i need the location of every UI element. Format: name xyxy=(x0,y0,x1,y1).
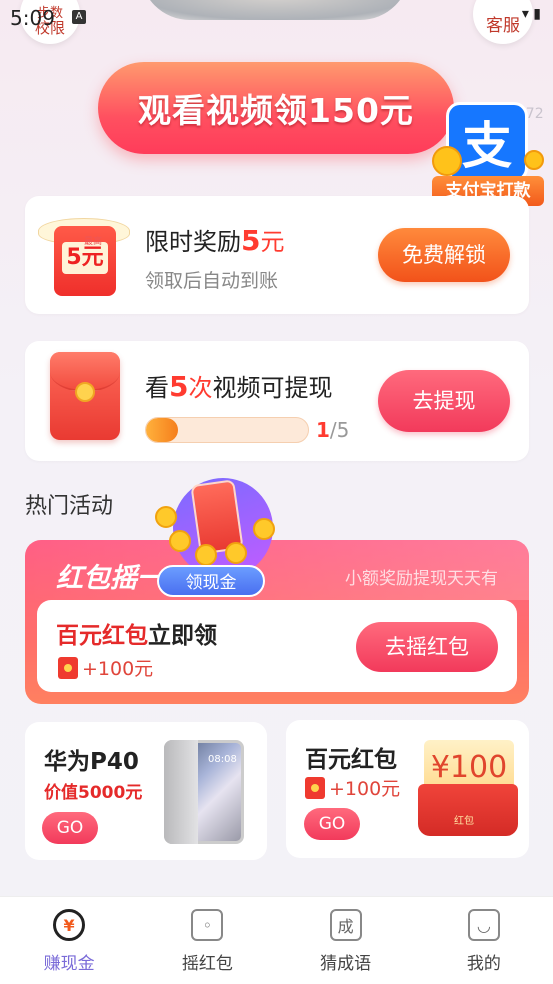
yuan-coin-icon: ¥ xyxy=(53,909,86,941)
reward-title: 限时奖励5元 xyxy=(145,224,285,257)
reward-amount: 5 xyxy=(241,224,261,257)
status-time: 5:09 xyxy=(10,6,55,30)
progress-fill xyxy=(146,418,179,442)
promo-envelope-bonus: +100元 xyxy=(305,774,400,801)
book-icon: 成 xyxy=(329,909,362,941)
tab-label: 我的 xyxy=(466,954,501,974)
envelope-icon: ◦ xyxy=(191,909,224,941)
promo-phone-title: 华为P40 xyxy=(44,749,139,775)
alipay-glyph: 支 xyxy=(462,117,512,175)
pocket-label: 红包 xyxy=(454,816,474,827)
bottom-tab-bar: ¥ 赚现金 ◦ 摇红包 成 猜成语 ◡ 我的 xyxy=(0,896,553,984)
tab-label: 摇红包 xyxy=(181,954,233,974)
tab-label: 赚现金 xyxy=(43,954,95,974)
coin-icon xyxy=(155,506,177,528)
shake-envelope-button[interactable]: 去摇红包 xyxy=(356,622,498,672)
profile-icon: ◡ xyxy=(467,909,500,941)
tab-mine[interactable]: ◡ 我的 xyxy=(415,897,553,984)
red-envelope-icon xyxy=(305,776,325,799)
withdraw-title: 看5次视频可提现 xyxy=(145,370,333,403)
activity-inner-title: 百元红包立即领 xyxy=(56,623,217,649)
notification-a-icon: A xyxy=(72,10,86,24)
red-envelope-icon xyxy=(50,352,120,440)
phone-screen-time: 08:08 xyxy=(208,754,237,765)
coin-icon xyxy=(195,544,217,566)
activity-title: 红包摇一 xyxy=(56,563,164,594)
phone-back-image xyxy=(164,740,198,844)
activity-bonus: +100元 xyxy=(58,654,153,681)
progress-text: 1/5 xyxy=(316,418,350,442)
tab-label: 猜成语 xyxy=(320,954,372,974)
promo-phone-value: 价值5000元 xyxy=(44,783,143,803)
coin-icon xyxy=(524,150,544,170)
big-red-envelope-image: ¥100 红包 xyxy=(418,740,518,836)
coin-icon xyxy=(169,530,191,552)
coin-icon xyxy=(432,146,462,176)
tab-guess-idiom[interactable]: 成 猜成语 xyxy=(277,897,415,984)
promo-envelope-title: 百元红包 xyxy=(305,747,397,773)
get-cash-badge: 领现金 xyxy=(157,565,265,597)
alipay-payout-badge[interactable]: 支 支付宝打款 xyxy=(432,102,544,208)
watch-video-banner[interactable]: 观看视频领150元 xyxy=(98,62,454,154)
activity-subtitle: 小额奖励提现天天有 xyxy=(345,569,498,589)
withdraw-button[interactable]: 去提现 xyxy=(378,370,510,432)
banner-title: 观看视频领150元 xyxy=(138,91,414,130)
tab-shake-envelope[interactable]: ◦ 摇红包 xyxy=(138,897,276,984)
envelope-tag: 最高 xyxy=(84,237,103,247)
customer-service-label: 客服 xyxy=(486,16,520,36)
tab-earn-cash[interactable]: ¥ 赚现金 xyxy=(0,897,138,984)
promo-phone-go-button[interactable]: GO xyxy=(42,812,98,844)
red-envelope-5-icon: 5元 最高 xyxy=(38,218,130,296)
promo-envelope-go-button[interactable]: GO xyxy=(304,808,360,840)
reward-subtitle: 领取后自动到账 xyxy=(145,270,279,292)
withdraw-progress-bar xyxy=(145,417,309,443)
top-plate-image xyxy=(140,0,410,20)
free-unlock-button[interactable]: 免费解锁 xyxy=(378,228,510,282)
coin-icon xyxy=(253,518,275,540)
section-title: 热门活动 xyxy=(25,494,114,519)
coin-icon xyxy=(225,542,247,564)
red-envelope-icon xyxy=(58,656,78,679)
status-icons: ▾ ▮ xyxy=(521,6,541,22)
